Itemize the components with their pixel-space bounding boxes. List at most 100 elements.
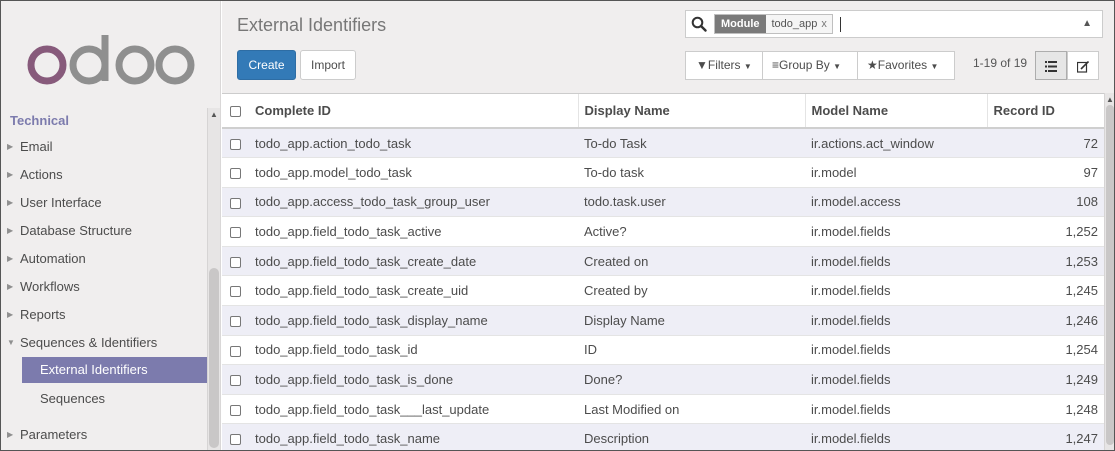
table-row[interactable]: todo_app.field_todo_task___last_update La… (222, 394, 1104, 425)
cell-complete-id: todo_app.model_todo_task (249, 157, 578, 188)
caret-right-icon: ▶ (7, 170, 14, 179)
sidebar-item-parameters[interactable]: ▶ Parameters (1, 421, 207, 449)
table-row[interactable]: todo_app.model_todo_task To-do task ir.mod… (222, 157, 1104, 188)
caret-right-icon: ▶ (7, 226, 14, 235)
table-row[interactable]: todo_app.field_todo_task_create_uid Creat… (222, 275, 1104, 307)
sidebar-item-email[interactable]: ▶ Email (1, 133, 207, 161)
form-view-button[interactable] (1067, 51, 1099, 80)
cell-model-name: ir.actions.act_window (805, 128, 987, 159)
search-options-toggle-icon[interactable]: ▲ (1082, 18, 1092, 29)
scroll-up-icon[interactable]: ▲ (210, 110, 218, 120)
sidebar-scroll-thumb[interactable] (209, 268, 219, 448)
star-icon: ★ (867, 58, 878, 72)
odoo-logo[interactable] (27, 31, 197, 91)
select-all-checkbox-cell[interactable] (222, 94, 249, 129)
column-header-record-id[interactable]: Record ID (986, 94, 1104, 129)
table-row[interactable]: todo_app.field_todo_task_display_name Dis… (222, 305, 1104, 336)
cell-record-id: 1,245 (987, 275, 1104, 307)
row-checkbox[interactable] (230, 227, 241, 239)
cell-complete-id: todo_app.field_todo_task_id (249, 335, 578, 366)
row-checkbox[interactable] (230, 375, 241, 387)
sidebar-item-database-structure[interactable]: ▶ Database Structure (1, 217, 207, 245)
facet-value: todo_app (771, 18, 818, 30)
scroll-up-icon[interactable]: ▲ (1106, 95, 1114, 104)
sidebar-item-user-interface[interactable]: ▶ User Interface (1, 189, 207, 217)
sidebar-scrollbar[interactable]: ▲ (207, 108, 220, 450)
sidebar-item-workflows[interactable]: ▶ Workflows (1, 273, 207, 301)
search-facet-module: Module todo_app x (714, 14, 833, 34)
table-row[interactable]: todo_app.access_todo_task_group_user todo… (222, 187, 1104, 218)
sidebar-item-external-identifiers[interactable]: External Identifiers (22, 357, 207, 383)
row-checkbox-cell[interactable] (222, 275, 249, 307)
column-header-model-name[interactable]: Model Name (804, 94, 987, 129)
row-checkbox[interactable] (230, 167, 241, 179)
cell-complete-id: todo_app.field_todo_task_active (249, 216, 578, 247)
table-row[interactable]: todo_app.field_todo_task_is_done Done? ir.… (222, 364, 1104, 395)
import-button[interactable]: Import (300, 50, 356, 80)
table-header-row: Complete ID Display Name Model Name Reco… (222, 94, 1104, 129)
row-checkbox-cell[interactable] (222, 305, 249, 336)
groupby-dropdown[interactable]: ≡Group By ▼ (762, 51, 858, 80)
cell-model-name: ir.model (805, 157, 987, 188)
row-checkbox[interactable] (230, 404, 241, 416)
filters-dropdown[interactable]: ▼Filters ▼ (685, 51, 763, 80)
select-all-checkbox[interactable] (230, 106, 241, 118)
sidebar-item-actions[interactable]: ▶ Actions (1, 161, 207, 189)
column-header-complete-id[interactable]: Complete ID (249, 94, 578, 129)
caret-right-icon: ▶ (7, 142, 14, 151)
table-row[interactable]: todo_app.field_todo_task_name Description… (222, 423, 1104, 450)
caret-right-icon: ▶ (7, 198, 14, 207)
row-checkbox-cell[interactable] (222, 157, 249, 188)
pager-value[interactable]: 1-19 of 19 (973, 56, 1027, 70)
row-checkbox-cell[interactable] (222, 216, 249, 247)
table-row[interactable]: todo_app.field_todo_task_create_date Crea… (222, 246, 1104, 277)
row-checkbox-cell[interactable] (222, 246, 249, 277)
sidebar-item-sequences[interactable]: Sequences (1, 385, 207, 413)
column-header-display-name[interactable]: Display Name (577, 94, 805, 129)
row-checkbox[interactable] (230, 286, 241, 298)
row-checkbox[interactable] (230, 256, 241, 268)
row-checkbox-cell[interactable] (222, 394, 249, 425)
facet-remove-button[interactable]: x (821, 15, 832, 33)
favorites-dropdown[interactable]: ★Favorites ▼ (857, 51, 955, 80)
cell-record-id: 72 (987, 128, 1104, 159)
cell-model-name: ir.model.fields (805, 335, 987, 366)
sidebar-menu: ▶ Email ▶ Actions ▶ User Interface ▶ Databas… (1, 133, 207, 449)
sidebar-item-automation[interactable]: ▶ Automation (1, 245, 207, 273)
table-scrollbar[interactable]: ▲ (1104, 93, 1114, 450)
table-row[interactable]: todo_app.field_todo_task_active Active? ir… (222, 216, 1104, 247)
table-row[interactable]: todo_app.field_todo_task_id ID ir.model.fi… (222, 335, 1104, 366)
cell-model-name: ir.model.fields (805, 246, 987, 277)
list-view-button[interactable] (1035, 51, 1067, 80)
row-checkbox-cell[interactable] (222, 423, 249, 450)
row-checkbox[interactable] (230, 315, 241, 327)
row-checkbox[interactable] (230, 434, 241, 446)
cell-display-name: Created on (578, 246, 805, 277)
cell-complete-id: todo_app.field_todo_task_is_done (249, 364, 578, 395)
sidebar-item-reports[interactable]: ▶ Reports (1, 301, 207, 329)
cell-display-name: Last Modified on (578, 394, 805, 425)
row-checkbox[interactable] (230, 345, 241, 357)
cell-complete-id: todo_app.field_todo_task_create_date (249, 246, 578, 277)
cell-display-name: Created by (578, 275, 805, 307)
list-view-icon (1045, 61, 1057, 73)
row-checkbox-cell[interactable] (222, 335, 249, 366)
row-checkbox-cell[interactable] (222, 364, 249, 395)
cell-model-name: ir.model.fields (805, 364, 987, 395)
caret-down-icon: ▼ (743, 62, 752, 71)
table-row[interactable]: todo_app.action_todo_task To-do Task ir.ac… (222, 128, 1104, 159)
create-button[interactable]: Create (237, 50, 296, 80)
table-scroll-thumb[interactable] (1106, 105, 1114, 445)
cell-record-id: 1,254 (987, 335, 1104, 366)
cell-display-name: Active? (578, 216, 805, 247)
row-checkbox-cell[interactable] (222, 128, 249, 159)
row-checkbox[interactable] (230, 197, 241, 209)
menu-heading-technical: Technical (10, 113, 70, 128)
cell-record-id: 97 (987, 157, 1104, 188)
row-checkbox[interactable] (230, 138, 241, 150)
sidebar-item-sequences-identifiers[interactable]: ▼ Sequences & Identifiers (1, 329, 207, 357)
search-icon (691, 16, 707, 32)
search-bar[interactable]: Module todo_app x ▲ (685, 10, 1103, 38)
row-checkbox-cell[interactable] (222, 187, 249, 218)
cell-model-name: ir.model.access (805, 187, 987, 218)
